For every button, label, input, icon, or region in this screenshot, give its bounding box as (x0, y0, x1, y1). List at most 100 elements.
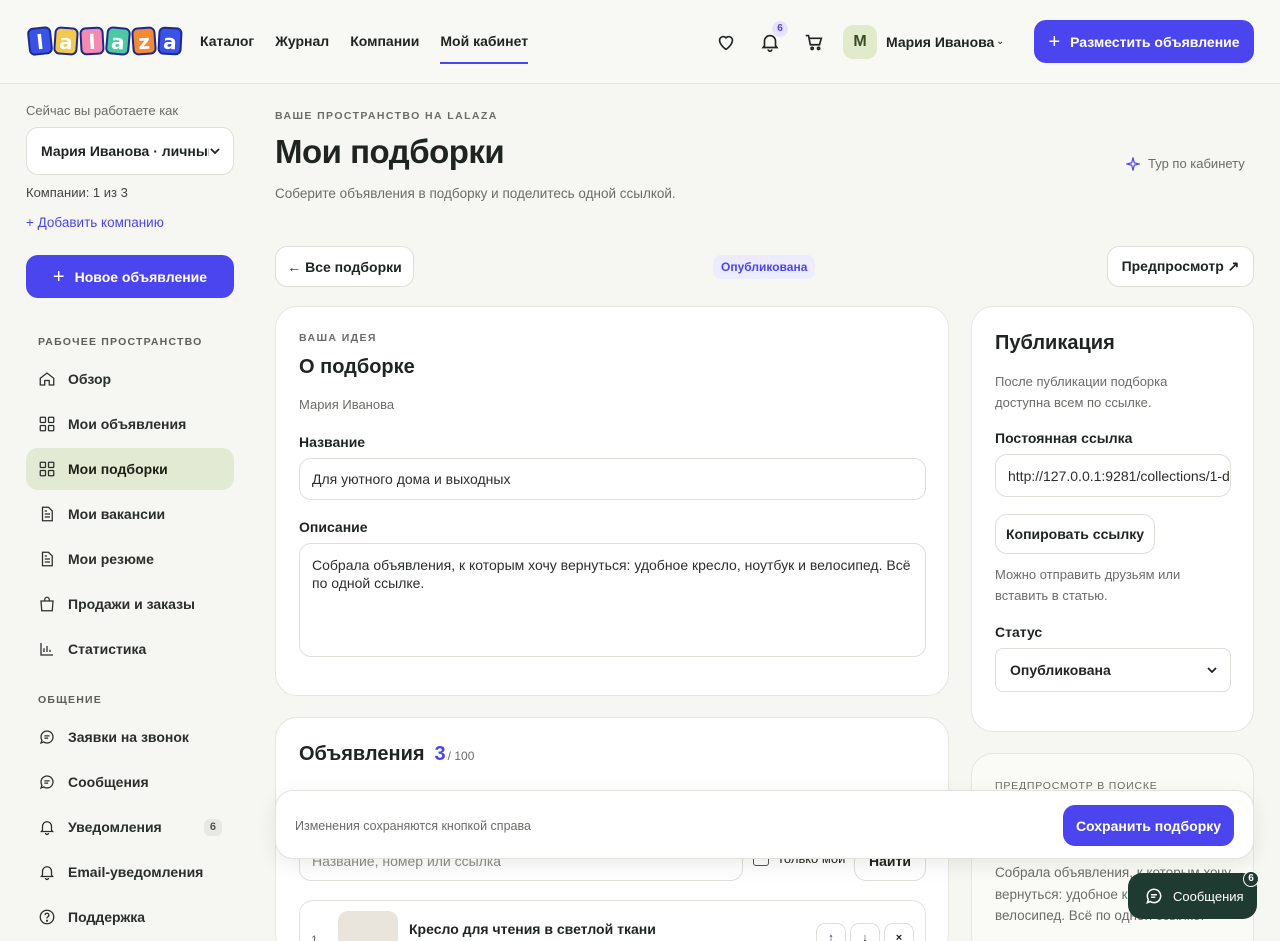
heart-icon[interactable] (715, 31, 737, 53)
publish-title: Публикация (995, 332, 1115, 354)
chevron-down-icon (1206, 664, 1218, 676)
tour-label: Тур по кабинету (1148, 156, 1245, 171)
sidebar-item-label: Мои объявления (68, 416, 187, 432)
companies-count: Компании: 1 из 3 (26, 185, 128, 200)
item-thumbnail (338, 911, 398, 941)
document-icon (38, 550, 56, 568)
logo-letter: a (157, 26, 183, 56)
grid-icon (38, 460, 56, 478)
all-collections-button[interactable]: ← Все подборки (275, 246, 414, 287)
grid-icon (38, 415, 56, 433)
copy-link-button[interactable]: Копировать ссылку (995, 514, 1155, 554)
ads-title: Объявления (299, 743, 425, 765)
chat-label: Сообщения (1173, 888, 1244, 904)
nav-journal[interactable]: Журнал (275, 33, 329, 64)
publish-description: После публикации подборка доступна всем … (995, 374, 1168, 410)
sidebar-item-label: Обзор (68, 371, 112, 387)
bag-icon (38, 595, 56, 613)
about-title: О подборке (299, 356, 415, 378)
sidebar-item-grid-2[interactable]: Мои подборки (26, 448, 234, 490)
save-bar: Изменения сохраняются кнопкой справа Сох… (275, 790, 1254, 859)
nav-catalog[interactable]: Каталог (200, 33, 254, 64)
sidebar-badge: 6 (203, 819, 222, 836)
help-icon (38, 908, 56, 926)
logo-letter: l (26, 25, 54, 57)
preview-button[interactable]: Предпросмотр ↗ (1107, 246, 1254, 287)
chat-icon (38, 728, 56, 746)
new-ad-button[interactable]: + Новое объявление (26, 255, 234, 298)
item-title[interactable]: Кресло для чтения в светлой ткани (409, 921, 656, 937)
status-label: Статус (995, 624, 1043, 640)
sidebar-item-chat-0[interactable]: Заявки на звонок (26, 716, 234, 758)
page-subtitle: Соберите объявления в подборку и поделит… (275, 186, 676, 201)
cart-icon[interactable] (803, 31, 825, 53)
bell-icon (38, 863, 56, 881)
sidebar-item-chart-6[interactable]: Статистика (26, 628, 234, 670)
top-header: lalaza Каталог Журнал Компании Мой кабин… (0, 0, 1280, 84)
user-name[interactable]: Мария Иванова (886, 34, 994, 50)
permalink-input[interactable]: http://127.0.0.1:9281/collections/1-dl (995, 454, 1231, 497)
move-down-button[interactable]: ↓ (850, 923, 880, 941)
status-select-value: Опубликована (1010, 662, 1111, 678)
add-company-link[interactable]: + Добавить компанию (26, 215, 164, 230)
sidebar-item-label: Мои резюме (68, 551, 154, 567)
working-as-label: Сейчас вы работаете как (26, 103, 179, 118)
sparkle-icon (1126, 156, 1140, 171)
sidebar-item-label: Продажи и заказы (68, 596, 196, 612)
remove-item-button[interactable]: × (884, 923, 914, 941)
logo-letter: z (131, 26, 157, 56)
status-select[interactable]: Опубликована (995, 648, 1231, 692)
ads-limit: / 100 (447, 749, 475, 763)
publish-card: Публикация После публикации подборка дос… (971, 306, 1254, 732)
sidebar-item-label: Мои вакансии (68, 506, 166, 522)
tour-link[interactable]: Тур по кабинету (1126, 156, 1245, 171)
logo-letter: a (104, 26, 132, 56)
sidebar-item-grid-1[interactable]: Мои объявления (26, 403, 234, 445)
sidebar: Сейчас вы работаете как Мария Иванова · … (0, 84, 260, 941)
sidebar-item-help-4[interactable]: Поддержка (26, 896, 234, 938)
sidebar-item-label: Мои подборки (68, 461, 168, 477)
sidebar-item-bell-3[interactable]: Email-уведомления (26, 851, 234, 893)
sidebar-item-home-0[interactable]: Обзор (26, 358, 234, 400)
post-ad-button[interactable]: + Разместить объявление (1034, 20, 1254, 63)
new-ad-label: Новое объявление (74, 268, 208, 285)
sidebar-item-document-3[interactable]: Мои вакансии (26, 493, 234, 535)
home-icon (38, 370, 56, 388)
section-communication: ОБЩЕНИЕ (38, 694, 102, 706)
about-author: Мария Иванова (299, 397, 395, 412)
section-workspace: РАБОЧЕЕ ПРОСТРАНСТВО (38, 336, 203, 348)
lalaza-logo[interactable]: lalaza (26, 25, 183, 57)
sidebar-item-label: Уведомления (68, 819, 162, 835)
description-textarea[interactable]: Собрала объявления, к которым хочу верну… (299, 543, 926, 657)
chevron-down-icon (209, 145, 221, 157)
sidebar-item-label: Поддержка (68, 909, 146, 925)
sidebar-item-label: Статистика (68, 641, 147, 657)
sidebar-item-bag-5[interactable]: Продажи и заказы (26, 583, 234, 625)
document-icon (38, 505, 56, 523)
notification-badge: 6 (772, 21, 788, 37)
main-nav: Каталог Журнал Компании Мой кабинет (200, 33, 528, 64)
nav-companies[interactable]: Компании (350, 33, 419, 64)
chart-icon (38, 640, 56, 658)
chevron-down-icon[interactable]: ⌄ (996, 36, 1004, 47)
save-collection-button[interactable]: Сохранить подборку (1063, 805, 1234, 846)
account-select-value: Мария Иванова · личный (41, 143, 209, 159)
nav-my-cabinet[interactable]: Мой кабинет (440, 33, 528, 64)
page-eyebrow: ВАШЕ ПРОСТРАНСТВО НА LALAZA (275, 110, 498, 122)
share-hint: Можно отправить друзьям или вставить в с… (995, 567, 1181, 603)
move-up-button[interactable]: ↑ (816, 923, 846, 941)
sidebar-item-chat-1[interactable]: Сообщения (26, 761, 234, 803)
chat-button[interactable]: Сообщения (1128, 873, 1257, 919)
sidebar-item-document-4[interactable]: Мои резюме (26, 538, 234, 580)
plus-icon: + (52, 265, 65, 288)
sidebar-item-bell-2[interactable]: Уведомления 6 (26, 806, 234, 848)
link-label: Постоянная ссылка (995, 430, 1133, 446)
avatar[interactable]: М (843, 25, 877, 59)
post-ad-label: Разместить объявление (1070, 33, 1240, 50)
save-hint: Изменения сохраняются кнопкой справа (295, 819, 531, 833)
status-badge: Опубликована (713, 255, 816, 279)
bell-icon (38, 818, 56, 836)
account-select[interactable]: Мария Иванова · личный (26, 127, 234, 175)
about-card: ВАША ИДЕЯ О подборке Мария Иванова Назва… (275, 306, 949, 696)
name-input[interactable]: Для уютного дома и выходных (299, 458, 926, 500)
